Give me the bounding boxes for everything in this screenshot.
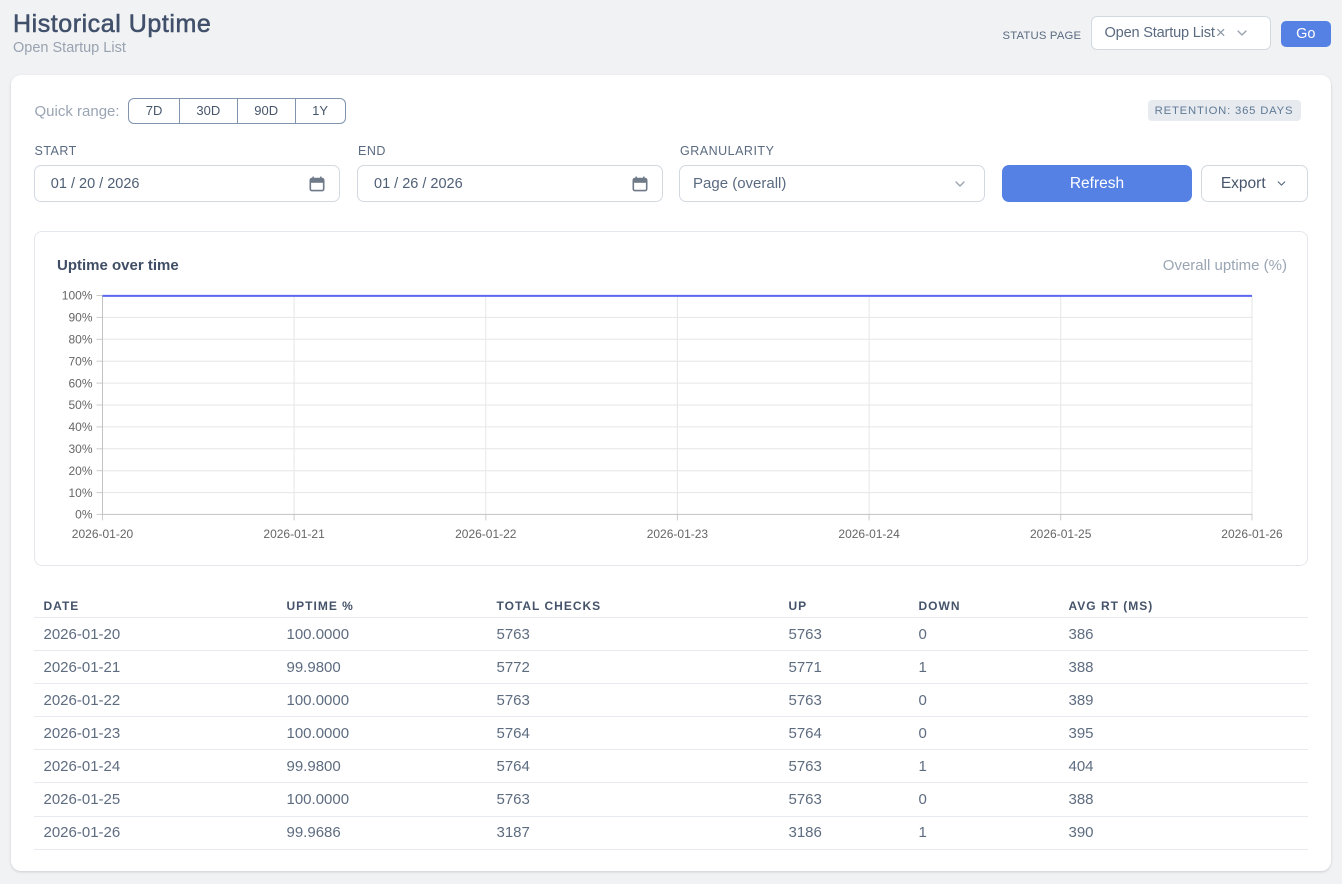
svg-text:2026-01-23: 2026-01-23 <box>647 527 709 541</box>
svg-text:0%: 0% <box>75 508 93 522</box>
svg-text:10%: 10% <box>68 486 92 500</box>
svg-text:90%: 90% <box>68 311 92 325</box>
svg-text:100%: 100% <box>62 289 93 303</box>
svg-text:30%: 30% <box>68 442 92 456</box>
svg-text:2026-01-25: 2026-01-25 <box>1030 527 1092 541</box>
svg-text:2026-01-22: 2026-01-22 <box>455 527 517 541</box>
svg-text:70%: 70% <box>68 354 92 368</box>
svg-text:2026-01-26: 2026-01-26 <box>1221 527 1283 541</box>
svg-text:50%: 50% <box>68 398 92 412</box>
svg-text:60%: 60% <box>68 376 92 390</box>
svg-text:2026-01-21: 2026-01-21 <box>263 527 325 541</box>
svg-text:2026-01-24: 2026-01-24 <box>838 527 900 541</box>
svg-text:40%: 40% <box>68 420 92 434</box>
svg-text:20%: 20% <box>68 464 92 478</box>
svg-text:2026-01-20: 2026-01-20 <box>72 527 134 541</box>
svg-text:80%: 80% <box>68 333 92 347</box>
